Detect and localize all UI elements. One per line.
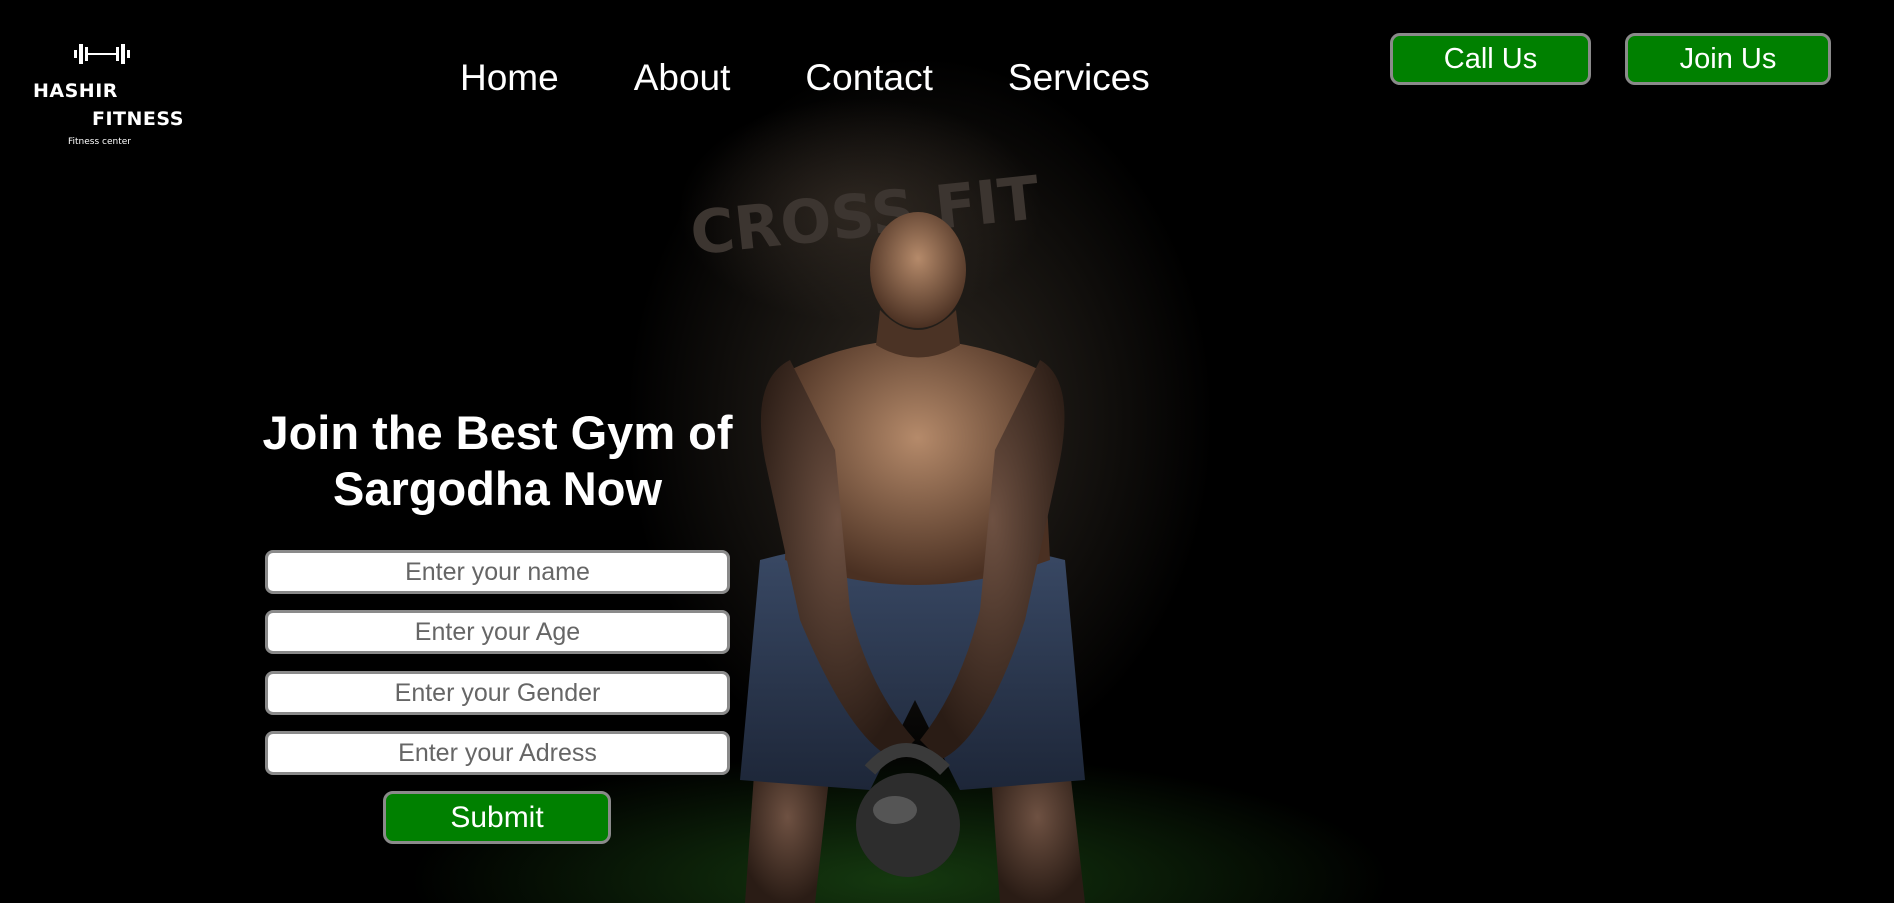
nav-contact-link[interactable]: Contact bbox=[805, 54, 933, 102]
call-us-button[interactable]: Call Us bbox=[1390, 33, 1591, 85]
brand-name-line1: HASHIR bbox=[33, 80, 118, 102]
nav-home-link[interactable]: Home bbox=[460, 54, 559, 102]
brand-name-line2: FITNESS bbox=[92, 108, 184, 130]
brand-tagline: Fitness center bbox=[68, 137, 131, 147]
main-nav: Home About Contact Services bbox=[460, 54, 1225, 102]
nav-about-link[interactable]: About bbox=[634, 54, 731, 102]
hero-headline-line1: Join the Best Gym of bbox=[262, 406, 733, 459]
page: CROSS FIT HASHIR FITNESS Fitness center … bbox=[0, 0, 1894, 903]
age-input[interactable] bbox=[265, 610, 730, 654]
join-us-button[interactable]: Join Us bbox=[1625, 33, 1831, 85]
barbell-icon bbox=[74, 44, 130, 64]
gender-input[interactable] bbox=[265, 671, 730, 715]
hero-headline: Join the Best Gym of Sargodha Now bbox=[230, 405, 765, 517]
hero-headline-line2: Sargodha Now bbox=[332, 462, 663, 515]
nav-services-link[interactable]: Services bbox=[1008, 54, 1150, 102]
name-input[interactable] bbox=[265, 550, 730, 594]
svg-text:CROSS FIT: CROSS FIT bbox=[687, 163, 1043, 269]
brand-logo[interactable]: HASHIR FITNESS Fitness center bbox=[30, 40, 190, 150]
address-input[interactable] bbox=[265, 731, 730, 775]
submit-button[interactable]: Submit bbox=[383, 791, 611, 844]
